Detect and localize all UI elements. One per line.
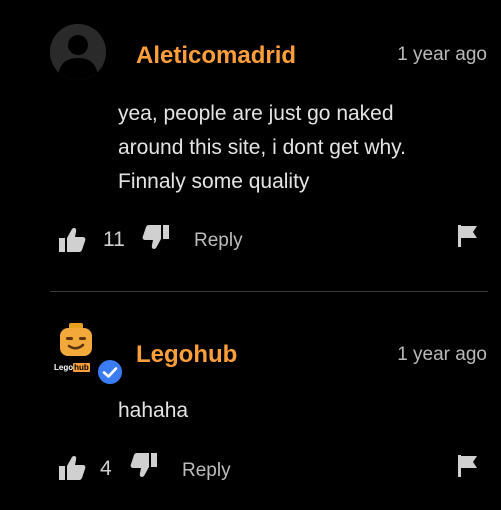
thumbs-down-icon[interactable] bbox=[130, 452, 158, 478]
comment-body-line: hahaha bbox=[118, 399, 189, 422]
comment-item: Legohub Legohub 1 year ago hahaha 4 Repl… bbox=[0, 0, 501, 510]
comment-actions: 4 Reply bbox=[0, 450, 501, 486]
reply-button[interactable]: Reply bbox=[182, 460, 231, 482]
comment-body: hahaha bbox=[118, 394, 478, 428]
legohub-logo: Legohub bbox=[54, 363, 90, 372]
thumbs-up-icon[interactable] bbox=[58, 455, 86, 481]
comment-username[interactable]: Legohub bbox=[136, 341, 237, 369]
logo-prefix: Lego bbox=[54, 363, 74, 372]
flag-icon[interactable] bbox=[457, 454, 479, 478]
like-count: 4 bbox=[100, 457, 112, 480]
verified-badge bbox=[96, 358, 124, 386]
check-icon bbox=[102, 367, 118, 378]
logo-suffix: hub bbox=[73, 363, 90, 372]
comment-timestamp: 1 year ago bbox=[397, 344, 487, 365]
lego-face-icon bbox=[60, 323, 92, 356]
